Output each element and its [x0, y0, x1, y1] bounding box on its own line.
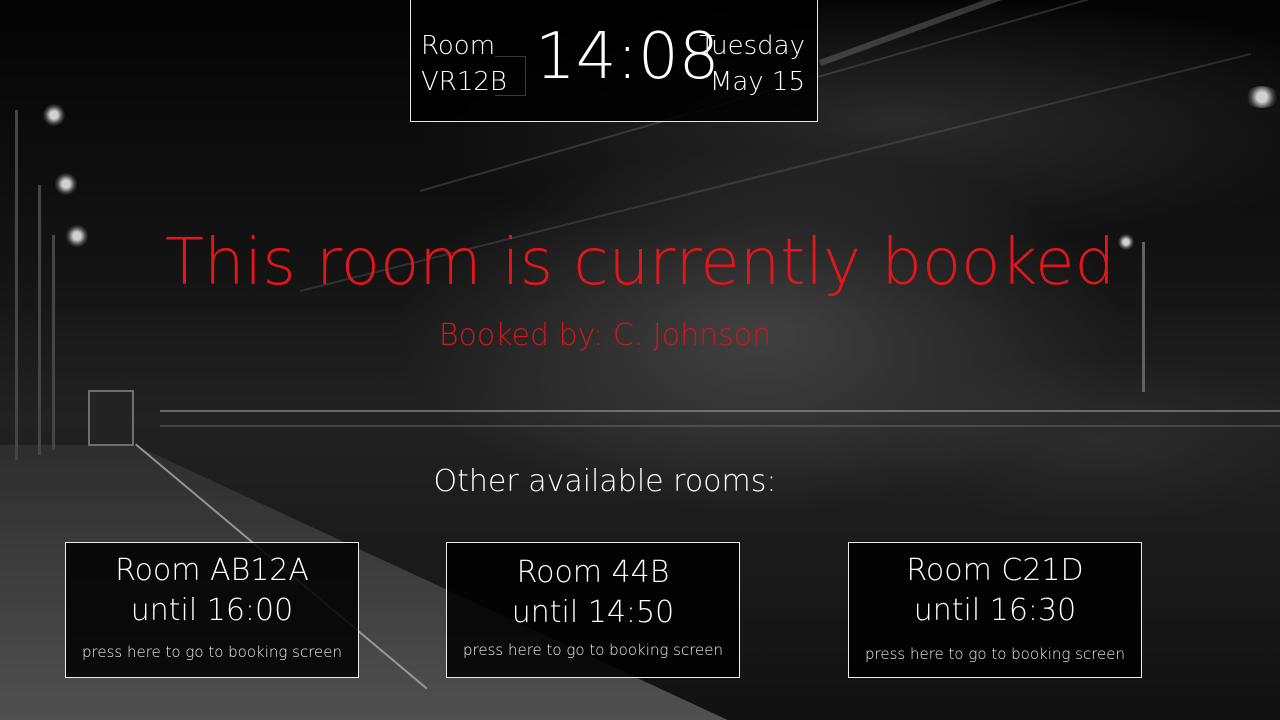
other-rooms-heading: Other available rooms: — [433, 464, 777, 499]
date-display: Tuesday May 15 — [699, 28, 805, 100]
booking-status-title: This room is currently booked — [164, 226, 1116, 300]
room-name: Room C21D — [906, 553, 1084, 588]
room-name: Room 44B — [516, 555, 670, 590]
date: May 15 — [709, 67, 805, 97]
booking-hint: press here to go to booking screen — [81, 643, 343, 661]
room-availability: until 14:50 — [511, 595, 675, 630]
room-availability: until 16:30 — [913, 593, 1077, 628]
divider — [495, 56, 526, 96]
room-card-ab12a[interactable]: Room AB12A until 16:00 press here to go … — [65, 542, 359, 678]
room-card-44b[interactable]: Room 44B until 14:50 press here to go to… — [446, 542, 740, 678]
booked-by-text: Booked by: C. Johnson — [438, 318, 772, 353]
header-panel: Room VR12B 14:08 Tuesday May 15 — [410, 0, 818, 122]
room-card-c21d[interactable]: Room C21D until 16:30 press here to go t… — [848, 542, 1142, 678]
weekday: Tuesday — [699, 31, 805, 61]
booking-hint: press here to go to booking screen — [462, 641, 724, 659]
room-name: Room AB12A — [115, 553, 309, 588]
room-availability: until 16:00 — [130, 593, 294, 628]
booking-hint: press here to go to booking screen — [864, 645, 1126, 663]
clock-time: 14:08 — [535, 20, 720, 94]
